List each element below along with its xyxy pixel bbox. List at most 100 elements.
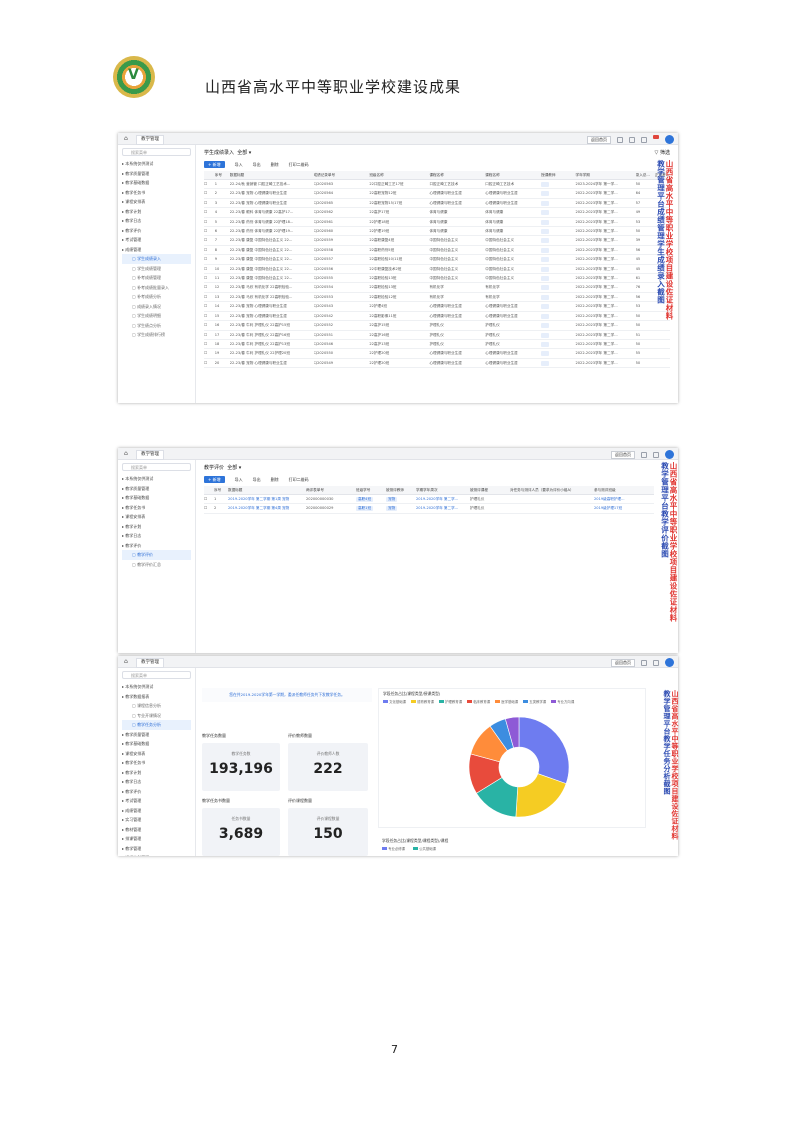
column-header[interactable]: 被测评教师	[386, 486, 416, 495]
table-cell[interactable]: 2019-2020学年 第二学期 第1周 宠物	[228, 494, 306, 505]
avatar[interactable]	[665, 450, 674, 459]
table-row[interactable]: ☐ 9 22-23/春 康复 中国特色社会主义 22... CJ2020557 22高职…	[204, 254, 670, 265]
table-cell[interactable]: 22-23/春 宠物 心理健康与职业生涯	[229, 188, 314, 199]
sidebar-item[interactable]: ▢ 学生绩点分析	[122, 321, 191, 331]
row-checkbox[interactable]: ☐	[204, 292, 215, 303]
new-button[interactable]: + 新增	[204, 161, 225, 168]
sidebar-item[interactable]: ▢ 成绩录入情况	[122, 302, 191, 312]
table-row[interactable]: ☐ 3 22-23/春 宠物 心理健康与职业生涯 CJ2020565 22高职宠物15/…	[204, 198, 670, 209]
sidebar-item[interactable]: ▸ 教学计划	[122, 768, 191, 778]
row-checkbox[interactable]: ☐	[204, 494, 214, 505]
sidebar-item[interactable]: ▸ 教学管理	[122, 844, 191, 854]
filter-button[interactable]: ▽ 筛选	[655, 149, 670, 158]
column-header[interactable]: 班级名称	[369, 171, 430, 180]
table-row[interactable]: ☐ 8 22-23/春 康复 中国特色社会主义 22... CJ2020558 22高职…	[204, 245, 670, 256]
column-header[interactable]: 序号	[214, 171, 230, 180]
print-qr-button[interactable]: 打印二维码	[289, 162, 309, 168]
table-row[interactable]: ☐ 19 22-23/春 牛利 护理礼仪 22护理20班 CJ2020550 22护理2…	[204, 348, 670, 359]
sidebar-item[interactable]: ▸ 课程安排表	[122, 512, 191, 522]
table-cell[interactable]: 22-23/春 宠物 心理健康与职业生涯	[229, 311, 314, 322]
fullscreen-icon[interactable]	[617, 136, 623, 143]
table-cell[interactable]: 22-24/秋 营销管 口腔正畸工艺技术...	[229, 179, 314, 190]
menu-search-input[interactable]: 搜索菜单	[122, 148, 191, 156]
sidebar-item[interactable]: ▸ 教学评价	[122, 541, 191, 551]
home-icon[interactable]: ⌂	[124, 135, 132, 143]
table-row[interactable]: ☐ 15 22-23/春 宠物 心理健康与职业生涯 CJ2020542 22高职影像11…	[204, 311, 670, 322]
table-cell[interactable]: 22-23/春 马欣 有机化学 22高职检验...	[229, 292, 314, 303]
row-checkbox[interactable]: ☐	[204, 301, 215, 312]
sidebar-item[interactable]: ▸ 教学基础数据	[122, 739, 191, 749]
sidebar-item[interactable]: ▸ 排课管理	[122, 834, 191, 844]
table-row[interactable]: ☐ 13 22-23/春 马欣 有机化学 22高职检验... CJ2020553 22高…	[204, 292, 670, 303]
sidebar-item[interactable]: ▢ 学生成绩排行榜	[122, 330, 191, 340]
column-header[interactable]: 班级学号	[356, 486, 386, 495]
sidebar-item[interactable]: ▸ 教学数据报表	[122, 692, 191, 702]
tab-teach-manage[interactable]: 教学管理	[136, 135, 164, 145]
row-checkbox[interactable]: ☐	[204, 198, 215, 209]
table-cell[interactable]: 22-23/春 牛利 护理礼仪 22护理20班	[229, 348, 314, 359]
export-button[interactable]: 导出	[253, 162, 261, 168]
row-checkbox[interactable]: ☐	[204, 264, 215, 275]
sidebar-item[interactable]: ▸ 教学基础数据	[122, 493, 191, 503]
table-row[interactable]: ☐ 5 22-23/春 药剂 体育与健康 22护理18... CJ2020561 22护…	[204, 217, 670, 228]
table-cell[interactable]: 22-23/春 宠物 心理健康与职业生涯	[229, 358, 314, 369]
row-checkbox[interactable]: ☐	[204, 330, 215, 340]
column-header[interactable]: 被测评课程	[470, 486, 510, 495]
column-header[interactable]: 成绩记录单号	[313, 171, 370, 180]
column-header[interactable]	[204, 171, 215, 180]
sidebar-item[interactable]: ▸ 课程安排表	[122, 197, 191, 207]
sidebar-item[interactable]: ▢ 补考成绩管理	[122, 273, 191, 283]
column-header[interactable]: 数据标题	[229, 171, 314, 180]
sidebar-item[interactable]: ▸ 教学任务书	[122, 188, 191, 198]
scope-select[interactable]: 全部	[227, 465, 237, 471]
row-checkbox[interactable]: ☐	[204, 235, 215, 246]
column-header[interactable]: 课程名称	[429, 171, 486, 180]
sidebar-item[interactable]: ▸ 教学日志	[122, 531, 191, 541]
table-row[interactable]: ☐ 17 22-23/春 牛利 护理礼仪 22高护16班 CJ2020551 22高护1…	[204, 330, 670, 340]
column-header[interactable]	[204, 486, 214, 495]
avatar[interactable]	[665, 658, 674, 667]
import-button[interactable]: 导入	[235, 162, 243, 168]
sidebar-item[interactable]: ▢ 补考成绩分析	[122, 292, 191, 302]
column-header[interactable]: 对任务与测评人员（要求为评价小组A）	[510, 486, 594, 495]
sidebar-item[interactable]: ▸ 教学基础数据	[122, 178, 191, 188]
message-icon[interactable]	[653, 451, 659, 458]
table-cell[interactable]: 22-23/春 康复 中国特色社会主义 22...	[229, 235, 314, 246]
table-cell[interactable]: 22-23/春 牛利 护理礼仪 22高护13班	[229, 339, 314, 350]
table-row[interactable]: ☐ 6 22-23/春 药剂 体育与健康 22护理19... CJ2020560 22护…	[204, 226, 670, 237]
sidebar-item[interactable]: ▸ 教学计划	[122, 207, 191, 217]
back-home-button[interactable]: 返回首页	[587, 135, 611, 144]
table-cell[interactable]: 22-23/春 马欣 有机化学 22高职检验...	[229, 282, 314, 293]
sidebar-item[interactable]: ▢ 学生成绩录入	[122, 254, 191, 264]
row-checkbox[interactable]: ☐	[204, 179, 215, 190]
row-checkbox[interactable]: ☐	[204, 503, 214, 514]
avatar[interactable]	[665, 135, 674, 144]
home-icon[interactable]: ⌂	[124, 658, 132, 666]
menu-search-input[interactable]: 搜索菜单	[122, 671, 191, 679]
sidebar-item[interactable]: ▸ 教学质量管理	[122, 730, 191, 740]
table-cell[interactable]: 22-23/春 牛利 护理礼仪 22高护16班	[229, 330, 314, 340]
sidebar-item[interactable]: ▸ 成绩管理	[122, 245, 191, 255]
sidebar-item[interactable]: ▢ 学生成绩管理	[122, 264, 191, 274]
sidebar-item[interactable]: ▢ 学生成绩明细	[122, 311, 191, 321]
sidebar-item[interactable]: ▸ 课程计划管理	[122, 853, 191, 856]
table-cell[interactable]: 22-23/春 康复 中国特色社会主义 22...	[229, 264, 314, 275]
column-header[interactable]: 学期学年周次	[416, 486, 470, 495]
table-row[interactable]: ☐ 2 2019-2020学年 第二学期 第4周 宠物 202000000029 高职1…	[204, 503, 654, 514]
table-row[interactable]: ☐ 12 22-23/春 马欣 有机化学 22高职检验... CJ2020554 22高…	[204, 282, 670, 293]
table-row[interactable]: ☐ 1 22-24/秋 营销管 口腔正畸工艺技术... CJ2020563 22口腔正畸…	[204, 179, 670, 190]
row-checkbox[interactable]: ☐	[204, 282, 215, 293]
export-button[interactable]: 导出	[253, 477, 261, 483]
column-header[interactable]: 序号	[214, 486, 228, 495]
table-cell[interactable]: 22-23/春 宠物 心理健康与职业生涯	[229, 301, 314, 312]
sidebar-item[interactable]: ▸ 教学日志	[122, 216, 191, 226]
table-cell[interactable]: 2019-2020学年 第二学期 第4周 宠物	[228, 503, 306, 514]
message-icon[interactable]	[641, 136, 647, 143]
sidebar-item[interactable]: ▸ 教学任务书	[122, 503, 191, 513]
table-cell[interactable]: 22-23/春 康复 中国特色社会主义 22...	[229, 245, 314, 256]
table-row[interactable]: ☐ 1 2019-2020学年 第二学期 第1周 宠物 202000000030 高职4…	[204, 494, 654, 505]
bell-icon[interactable]	[641, 659, 647, 666]
sidebar-item[interactable]: ▸ 考试管理	[122, 796, 191, 806]
menu-search-input[interactable]: 搜索菜单	[122, 463, 191, 471]
sidebar-item[interactable]: ▸ 课程安排表	[122, 749, 191, 759]
